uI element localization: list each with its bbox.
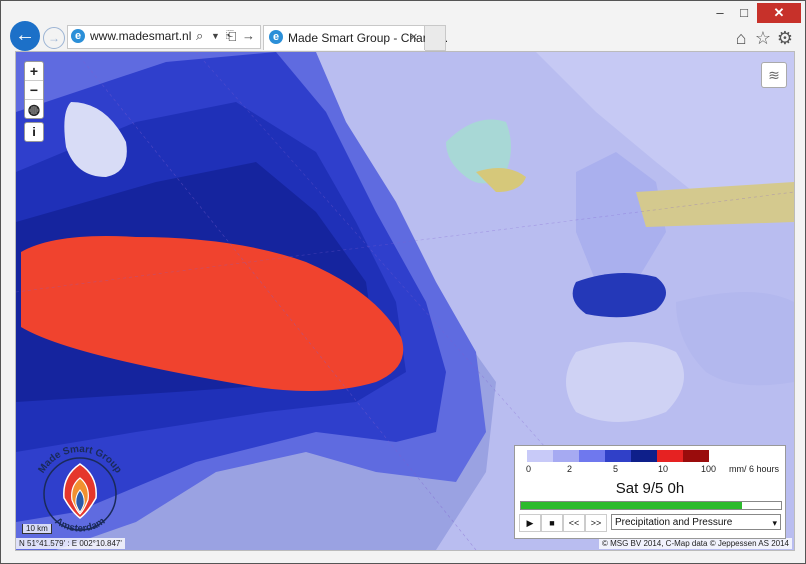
- zoom-control: + − ◍: [24, 61, 44, 119]
- ie-icon: e: [71, 29, 85, 43]
- tab-close-button[interactable]: ×: [410, 29, 418, 44]
- play-button[interactable]: ▶: [519, 514, 541, 532]
- minimize-button[interactable]: –: [709, 3, 731, 23]
- coordinates-readout: N 51°41.579' : E 002°10.847': [16, 538, 125, 549]
- layers-icon[interactable]: ≋: [761, 62, 787, 88]
- chevron-down-icon[interactable]: ▼: [211, 31, 220, 41]
- legend-swatch: [657, 450, 683, 462]
- star-icon[interactable]: ☆: [753, 28, 773, 49]
- address-url[interactable]: www.madesmart.nl: [90, 29, 191, 43]
- browser-window: – □ ✕ ← → e www.madesmart.nl ⌕ ▼ ⎗ → e M…: [0, 0, 806, 564]
- map-viewport[interactable]: + − ◍ i ≋ Made Smart Group Amsterdam 10 …: [15, 51, 795, 551]
- address-bar[interactable]: e www.madesmart.nl ⌕ ▼ ⎗ →: [67, 25, 261, 49]
- legend-unit: mm/ 6 hours: [729, 464, 780, 474]
- legend-swatch: [579, 450, 605, 462]
- forward-button[interactable]: →: [43, 27, 65, 49]
- next-button[interactable]: >>: [585, 514, 607, 532]
- go-arrow-icon[interactable]: →: [242, 28, 255, 43]
- precipitation-color-scale: [527, 450, 709, 462]
- globe-icon[interactable]: ◍: [25, 100, 43, 118]
- map-attribution: © MSG BV 2014, C-Map data © Jeppessen AS…: [598, 538, 792, 549]
- forecast-time: Sat 9/5 0h: [615, 480, 685, 497]
- browser-toolbar: – □ ✕ ← → e www.madesmart.nl ⌕ ▼ ⎗ → e M…: [1, 1, 805, 51]
- legend-swatch: [527, 450, 553, 462]
- legend-tick: 100: [701, 464, 717, 474]
- chevron-down-icon: ▾: [772, 518, 777, 528]
- home-icon[interactable]: ⌂: [731, 28, 751, 49]
- gear-icon[interactable]: ⚙: [775, 28, 795, 49]
- forward-arrow-icon: →: [48, 31, 60, 45]
- layer-select-value: Precipitation and Pressure: [615, 517, 733, 528]
- close-button[interactable]: ✕: [757, 3, 801, 23]
- legend-swatch: [605, 450, 631, 462]
- legend-swatch: [683, 450, 709, 462]
- legend-tick: 2: [567, 464, 573, 474]
- back-button[interactable]: ←: [10, 21, 40, 51]
- legend-swatch: [631, 450, 657, 462]
- legend-tick: 5: [613, 464, 619, 474]
- maximize-button[interactable]: □: [733, 3, 755, 23]
- map-scale: 10 km: [22, 524, 52, 534]
- legend-tick: 0: [526, 464, 532, 474]
- time-progress-fill: [521, 502, 742, 509]
- ie-icon: e: [269, 30, 283, 44]
- zoom-out-button[interactable]: −: [25, 81, 43, 100]
- legend-tick: 10: [658, 464, 669, 474]
- zoom-in-button[interactable]: +: [25, 62, 43, 81]
- made-smart-logo: Made Smart Group Amsterdam: [36, 444, 123, 534]
- tab-made-smart-group[interactable]: e Made Smart Group - ChartS... ×: [263, 25, 448, 50]
- legend-swatch: [553, 450, 579, 462]
- compat-icon[interactable]: ⎗: [226, 28, 236, 44]
- new-tab-button[interactable]: [425, 25, 446, 51]
- legend-panel: 0 2 5 10 100 mm/ 6 hours Sat 9/5 0h ▶ ■ …: [514, 445, 786, 539]
- layer-select[interactable]: Precipitation and Pressure ▾: [611, 514, 781, 530]
- back-arrow-icon: ←: [15, 24, 35, 46]
- previous-button[interactable]: <<: [563, 514, 585, 532]
- search-icon[interactable]: ⌕: [196, 28, 203, 44]
- time-progress-bar[interactable]: [520, 501, 782, 510]
- stop-button[interactable]: ■: [541, 514, 563, 532]
- info-button[interactable]: i: [24, 122, 44, 142]
